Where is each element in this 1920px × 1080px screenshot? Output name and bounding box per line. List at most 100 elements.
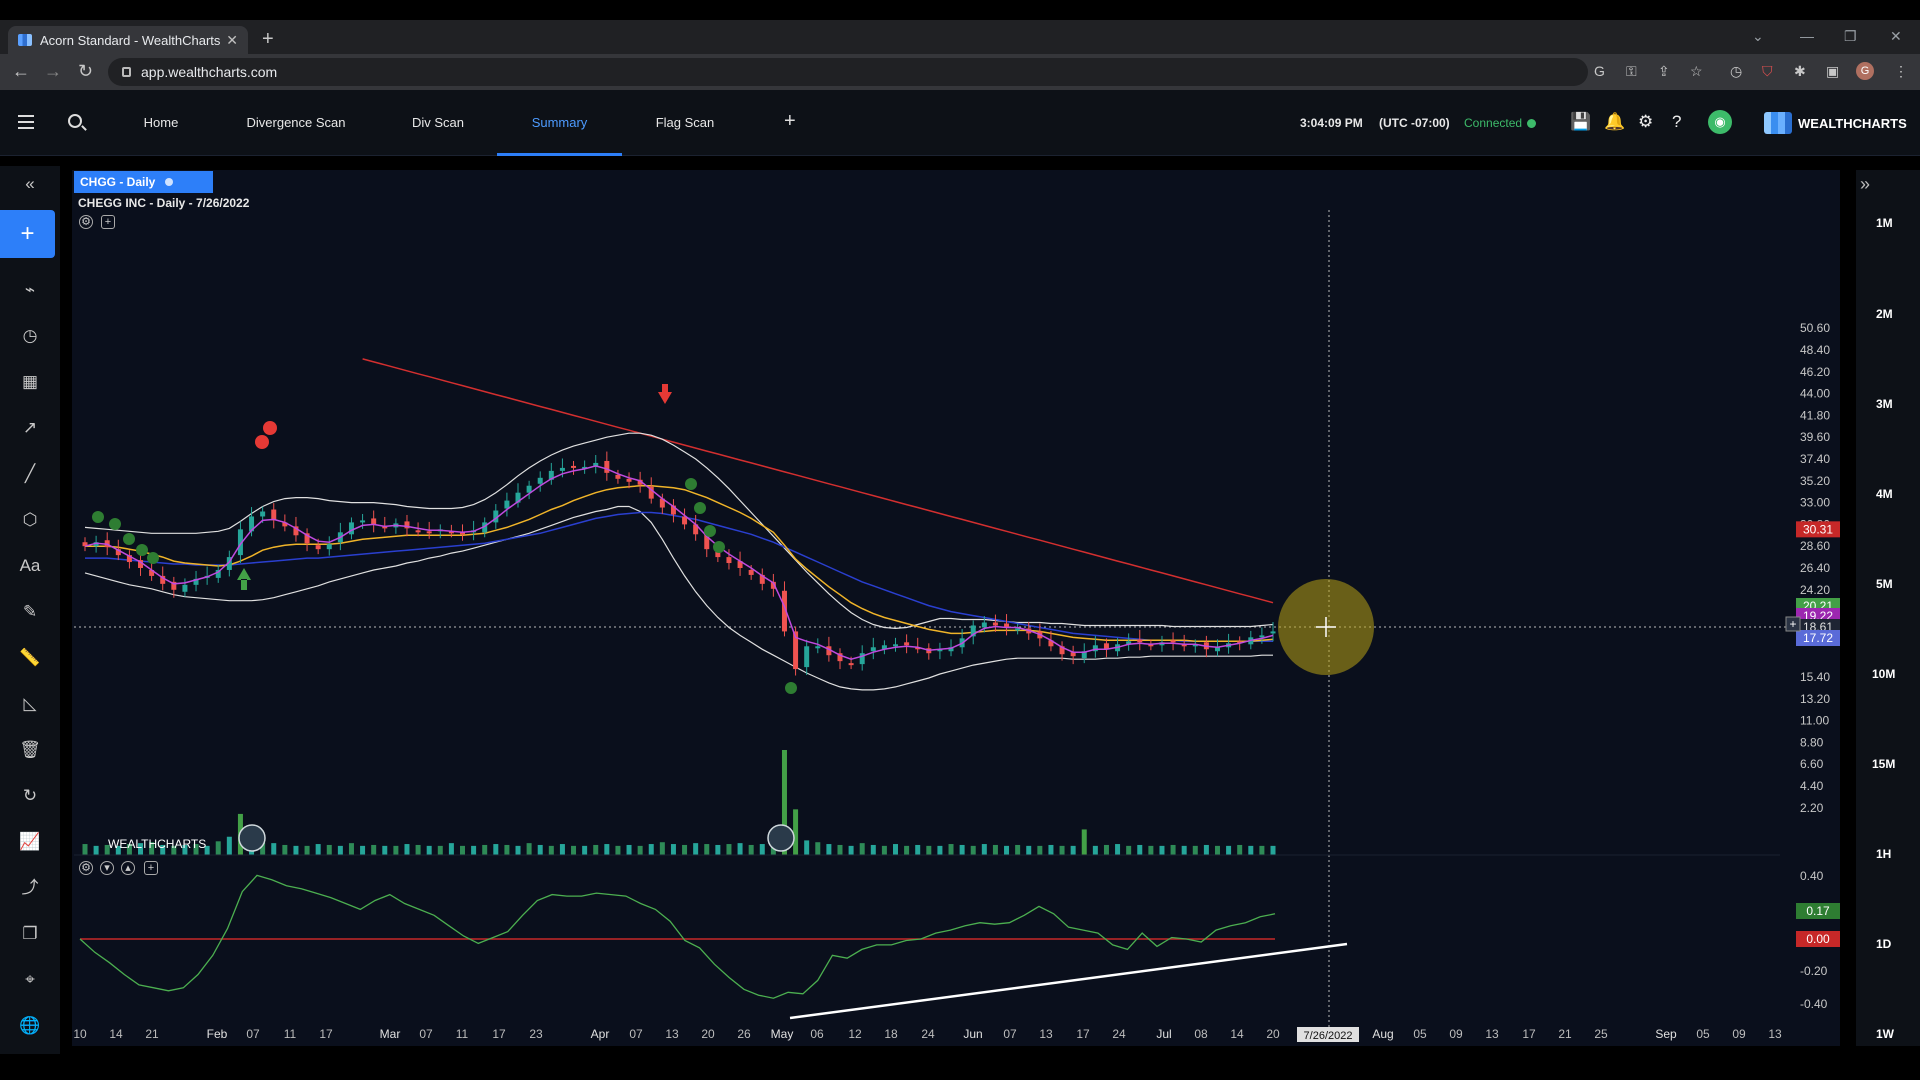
price-tick-label: 46.20: [1800, 365, 1830, 379]
x-axis-label: 18: [884, 1027, 898, 1041]
price-tick-label: 48.40: [1800, 343, 1830, 357]
x-axis-label: 07: [246, 1027, 260, 1041]
candle-body: [604, 460, 610, 473]
volume-bar: [293, 845, 299, 855]
oscillator-value-label: 0.17: [1806, 904, 1830, 918]
volume-bar: [360, 845, 366, 855]
volume-event-icon[interactable]: [767, 824, 795, 852]
volume-bar: [948, 844, 954, 855]
x-axis-label: 17: [1522, 1027, 1536, 1041]
volume-bar: [1037, 845, 1043, 855]
volume-bar: [870, 844, 876, 855]
candle-body: [260, 511, 266, 517]
buy-arrow-icon: [237, 568, 251, 590]
price-chart[interactable]: 50.60 48.40 46.20 44.00 41.80 39.60 37.40 35.20…: [0, 0, 1920, 1080]
x-axis-label: 09: [1449, 1027, 1463, 1041]
price-tick-label: 33.00: [1800, 496, 1830, 510]
x-axis-label: 11: [284, 1027, 297, 1041]
volume-bar: [726, 844, 732, 855]
oscillator-tick-label: 0.40: [1800, 869, 1824, 883]
volume-bar: [715, 844, 721, 855]
volume-bar: [1148, 845, 1154, 855]
volume-bar: [1015, 844, 1021, 855]
volume-bar: [271, 843, 277, 855]
sell-arrow-icon: [658, 384, 672, 404]
volume-bar: [437, 845, 443, 855]
volume-bar: [826, 844, 832, 855]
candle-body: [559, 467, 565, 471]
x-axis-label: 24: [921, 1027, 935, 1041]
volume-bar: [1048, 844, 1054, 855]
x-axis-label: 25: [1594, 1027, 1608, 1041]
volume-bar: [604, 844, 610, 855]
volume-bar: [682, 844, 688, 855]
bottom-band: [0, 1054, 1920, 1080]
volume-bar: [82, 844, 88, 855]
price-tick-label: 6.60: [1800, 757, 1824, 771]
green-signal-dot: [704, 525, 716, 537]
x-axis-label: Sep: [1655, 1027, 1677, 1041]
crosshair-date-label: 7/26/2022: [1304, 1030, 1353, 1042]
volume-bar: [793, 809, 799, 855]
price-tick-label: 26.40: [1800, 561, 1830, 575]
volume-bar: [1259, 845, 1265, 855]
green-signal-dot: [785, 682, 797, 694]
volume-bar: [659, 842, 665, 855]
candle-body: [804, 646, 810, 668]
candle-body: [426, 531, 432, 534]
chart-watermark: WEALTHCHARTS: [108, 837, 206, 851]
volume-bar: [759, 844, 765, 855]
volume-bar: [415, 844, 421, 855]
volume-bar: [504, 844, 510, 855]
volume-bar: [1059, 845, 1065, 855]
volume-bar: [282, 844, 288, 855]
green-signal-dot: [713, 541, 725, 553]
volume-bar: [1081, 829, 1087, 855]
x-axis-label: 23: [529, 1027, 543, 1041]
volume-bar: [1115, 844, 1121, 855]
price-tick-label: 41.80: [1800, 408, 1830, 422]
candle-body: [537, 477, 543, 484]
volume-bar: [1137, 844, 1143, 855]
volume-bar: [1092, 845, 1098, 855]
volume-bar: [593, 844, 599, 855]
candle-body: [326, 544, 332, 550]
volume-bar: [1070, 845, 1076, 855]
candle-body: [748, 569, 754, 575]
crosshair-add-label: +: [1789, 617, 1796, 631]
candle-body: [571, 465, 577, 468]
price-tick-label: 8.80: [1800, 735, 1824, 749]
volume-bar: [371, 844, 377, 855]
green-signal-dot: [123, 533, 135, 545]
volume-bar: [615, 845, 621, 855]
green-signal-dot: [109, 518, 121, 530]
price-tick-label: 15.40: [1800, 670, 1830, 684]
volume-bar: [1214, 845, 1220, 855]
volume-bar: [315, 844, 321, 855]
x-axis-label: 26: [737, 1027, 751, 1041]
volume-bar: [926, 845, 932, 855]
volume-bar: [1270, 845, 1276, 855]
volume-bar: [915, 844, 921, 855]
candle-body: [415, 530, 421, 533]
candle-body: [1259, 635, 1265, 638]
volume-bar: [670, 844, 676, 855]
volume-bar: [859, 843, 865, 855]
volume-bar: [748, 844, 754, 855]
volume-event-icon[interactable]: [238, 824, 266, 852]
red-signal-dot: [255, 435, 269, 449]
volume-bar: [970, 845, 976, 855]
x-axis-label: Apr: [591, 1027, 610, 1041]
volume-bar: [815, 842, 821, 855]
divergence-trendline[interactable]: [789, 942, 1348, 1020]
x-axis-label: 13: [1485, 1027, 1499, 1041]
volume-bar: [404, 844, 410, 855]
green-signal-dot: [136, 544, 148, 556]
candle-body: [904, 642, 910, 646]
green-signal-dot: [694, 502, 706, 514]
x-axis-label: 21: [1558, 1027, 1572, 1041]
candle-body: [371, 518, 377, 525]
volume-bar: [992, 844, 998, 855]
x-axis-label: 08: [1194, 1027, 1208, 1041]
volume-bar: [893, 844, 899, 855]
